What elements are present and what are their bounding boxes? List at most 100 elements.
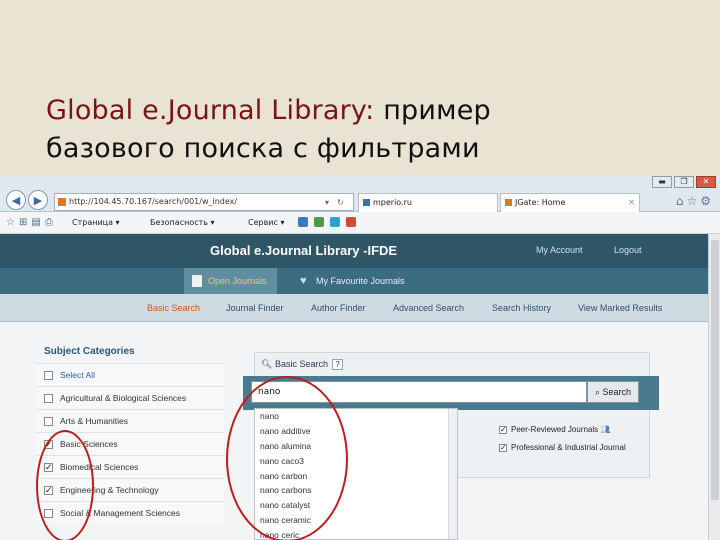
checkbox[interactable] <box>44 371 53 380</box>
close-window-button[interactable]: ✕ <box>696 176 716 188</box>
subject-categories-title: Subject Categories <box>44 346 135 357</box>
forward-button[interactable]: ▶ <box>28 190 48 210</box>
safety-menu[interactable]: Безопасность ▾ <box>150 218 215 227</box>
slide-title-english: Global e.Journal Library: <box>46 95 375 126</box>
checkbox[interactable] <box>44 417 53 426</box>
document-icon <box>192 275 202 287</box>
subnav-basic-search[interactable]: Basic Search <box>147 303 200 313</box>
help-icon[interactable]: ? <box>331 359 343 370</box>
close-tab-icon[interactable]: ✕ <box>628 194 635 211</box>
home-icon[interactable]: ⌂ <box>676 194 687 208</box>
skype-icon[interactable] <box>330 217 340 227</box>
checkbox[interactable] <box>44 394 53 403</box>
subject-item[interactable]: Select All <box>36 363 224 386</box>
subject-item[interactable]: Arts & Humanities <box>36 409 224 432</box>
my-account-link[interactable]: My Account <box>536 245 583 255</box>
search-input[interactable]: nano <box>251 381 587 403</box>
logout-link[interactable]: Logout <box>614 245 642 255</box>
filter-peer-reviewed[interactable]: ✓ Peer-Reviewed Journals 👥︎ <box>499 425 611 434</box>
favorites-star-icon[interactable]: ☆ <box>686 194 700 208</box>
help-icon[interactable] <box>298 217 308 227</box>
url-text: http://104.45.70.167/search/001/w_index/ <box>69 197 238 206</box>
subject-item[interactable]: Social & Management Sciences <box>36 501 224 524</box>
safety-menu-label: Безопасность <box>150 218 208 227</box>
checkbox[interactable]: ✓ <box>44 486 53 495</box>
subject-item[interactable]: ✓ Basic Sciences <box>36 432 224 455</box>
browser-toolbar-icons: ⌂☆⚙ <box>676 194 714 208</box>
address-bar: ◀ ▶ http://104.45.70.167/search/001/w_in… <box>0 176 720 212</box>
suggestion-item[interactable]: nano catalyst <box>255 498 457 513</box>
tab-open-journals[interactable]: Open Journals <box>184 268 277 294</box>
subject-label: Engineering & Technology <box>60 485 159 495</box>
subject-item[interactable]: ✓ Biomedical Sciences <box>36 455 224 478</box>
checkbox[interactable]: ✓ <box>499 444 507 452</box>
tab-label: Open Journals <box>208 276 267 286</box>
people-icon: 👥︎ <box>600 425 611 434</box>
back-arrow-icon: ◀ <box>11 193 21 207</box>
subject-label: Agricultural & Biological Sciences <box>60 393 187 403</box>
checkbox[interactable]: ✓ <box>44 440 53 449</box>
suggestion-item[interactable]: nano additive <box>255 424 457 439</box>
subnav-advanced-search[interactable]: Advanced Search <box>393 303 464 313</box>
search-dropdown-icon[interactable]: ▾ <box>325 195 329 210</box>
minimize-button[interactable]: ▬ <box>652 176 672 188</box>
filter-professional-industrial[interactable]: ✓ Professional & Industrial Journal <box>499 443 626 452</box>
print-icon[interactable]: ⎙ <box>45 217 57 228</box>
slide-header: Global e.Journal Library: пример базовог… <box>0 0 720 176</box>
suggestion-item[interactable]: nano ceric <box>255 528 457 540</box>
basic-search-text: Basic Search <box>274 359 328 369</box>
addon-red-icon[interactable] <box>346 217 356 227</box>
tab-favourite-journals[interactable]: ♥ My Favourite Journals <box>292 268 415 294</box>
checkbox[interactable]: ✓ <box>44 463 53 472</box>
slide-title-russian-2: базового поиска с фильтрами <box>46 133 480 164</box>
url-field[interactable]: http://104.45.70.167/search/001/w_index/… <box>54 193 354 211</box>
tab-favicon-icon <box>505 199 512 206</box>
suggestion-item[interactable]: nano <box>255 409 457 424</box>
dropdown-scrollbar[interactable] <box>448 409 457 539</box>
subnav-search-history[interactable]: Search History <box>492 303 551 313</box>
search-button[interactable]: ⌕ Search <box>587 381 639 403</box>
back-button[interactable]: ◀ <box>6 190 26 210</box>
window-controls: ▬ ❐ ✕ <box>652 176 716 188</box>
site-header: Global e.Journal Library -IFDE My Accoun… <box>0 234 708 268</box>
add-favorite-icon[interactable]: ⊞ <box>19 217 31 228</box>
suggestion-item[interactable]: nano ceramic <box>255 513 457 528</box>
service-menu[interactable]: Сервис ▾ <box>248 218 284 227</box>
page-scrollbar[interactable] <box>708 234 720 540</box>
refresh-icon[interactable]: ↻ <box>337 195 344 210</box>
scrollbar-thumb[interactable] <box>711 240 719 500</box>
browser-tab-mperio[interactable]: mperio.ru <box>358 193 498 212</box>
subject-item[interactable]: Agricultural & Biological Sciences <box>36 386 224 409</box>
search-row: nano ⌕ Search <box>243 376 659 410</box>
subnav-journal-finder[interactable]: Journal Finder <box>226 303 284 313</box>
tab-favicon-icon <box>363 199 370 206</box>
subject-label: Select All <box>60 370 95 380</box>
feeds-icon[interactable]: ▤ <box>31 217 44 228</box>
subnav-view-marked-results[interactable]: View Marked Results <box>578 303 662 313</box>
filter-label: Peer-Reviewed Journals <box>511 425 599 434</box>
slide-title: Global e.Journal Library: пример базовог… <box>46 92 686 168</box>
subject-item[interactable]: ✓ Engineering & Technology <box>36 478 224 501</box>
tab-label: mperio.ru <box>373 198 412 207</box>
maximize-button[interactable]: ❐ <box>674 176 694 188</box>
tab-label: My Favourite Journals <box>316 276 405 286</box>
checkbox[interactable]: ✓ <box>499 426 507 434</box>
heart-icon: ♥ <box>300 275 307 287</box>
filter-label: Professional & Industrial Journal <box>511 443 626 452</box>
search-button-label: Search <box>602 387 632 397</box>
suggestion-item[interactable]: nano carbon <box>255 469 457 484</box>
basic-search-label: 🔍︎ Basic Search? <box>261 359 343 370</box>
site-favicon-icon <box>58 198 66 206</box>
settings-gear-icon[interactable]: ⚙ <box>700 194 714 208</box>
command-bar-icons: ☆⊞▤⎙ <box>6 217 57 228</box>
suggestion-item[interactable]: nano alumina <box>255 439 457 454</box>
subject-label: Social & Management Sciences <box>60 508 181 518</box>
addon-icon[interactable] <box>314 217 324 227</box>
checkbox[interactable] <box>44 509 53 518</box>
suggestion-item[interactable]: nano carbons <box>255 483 457 498</box>
favorites-icon[interactable]: ☆ <box>6 217 19 228</box>
browser-tab-jgate[interactable]: JGate: Home ✕ <box>500 193 640 212</box>
subnav-author-finder[interactable]: Author Finder <box>311 303 366 313</box>
suggestion-item[interactable]: nano caco3 <box>255 454 457 469</box>
page-menu[interactable]: Страница ▾ <box>72 218 120 227</box>
